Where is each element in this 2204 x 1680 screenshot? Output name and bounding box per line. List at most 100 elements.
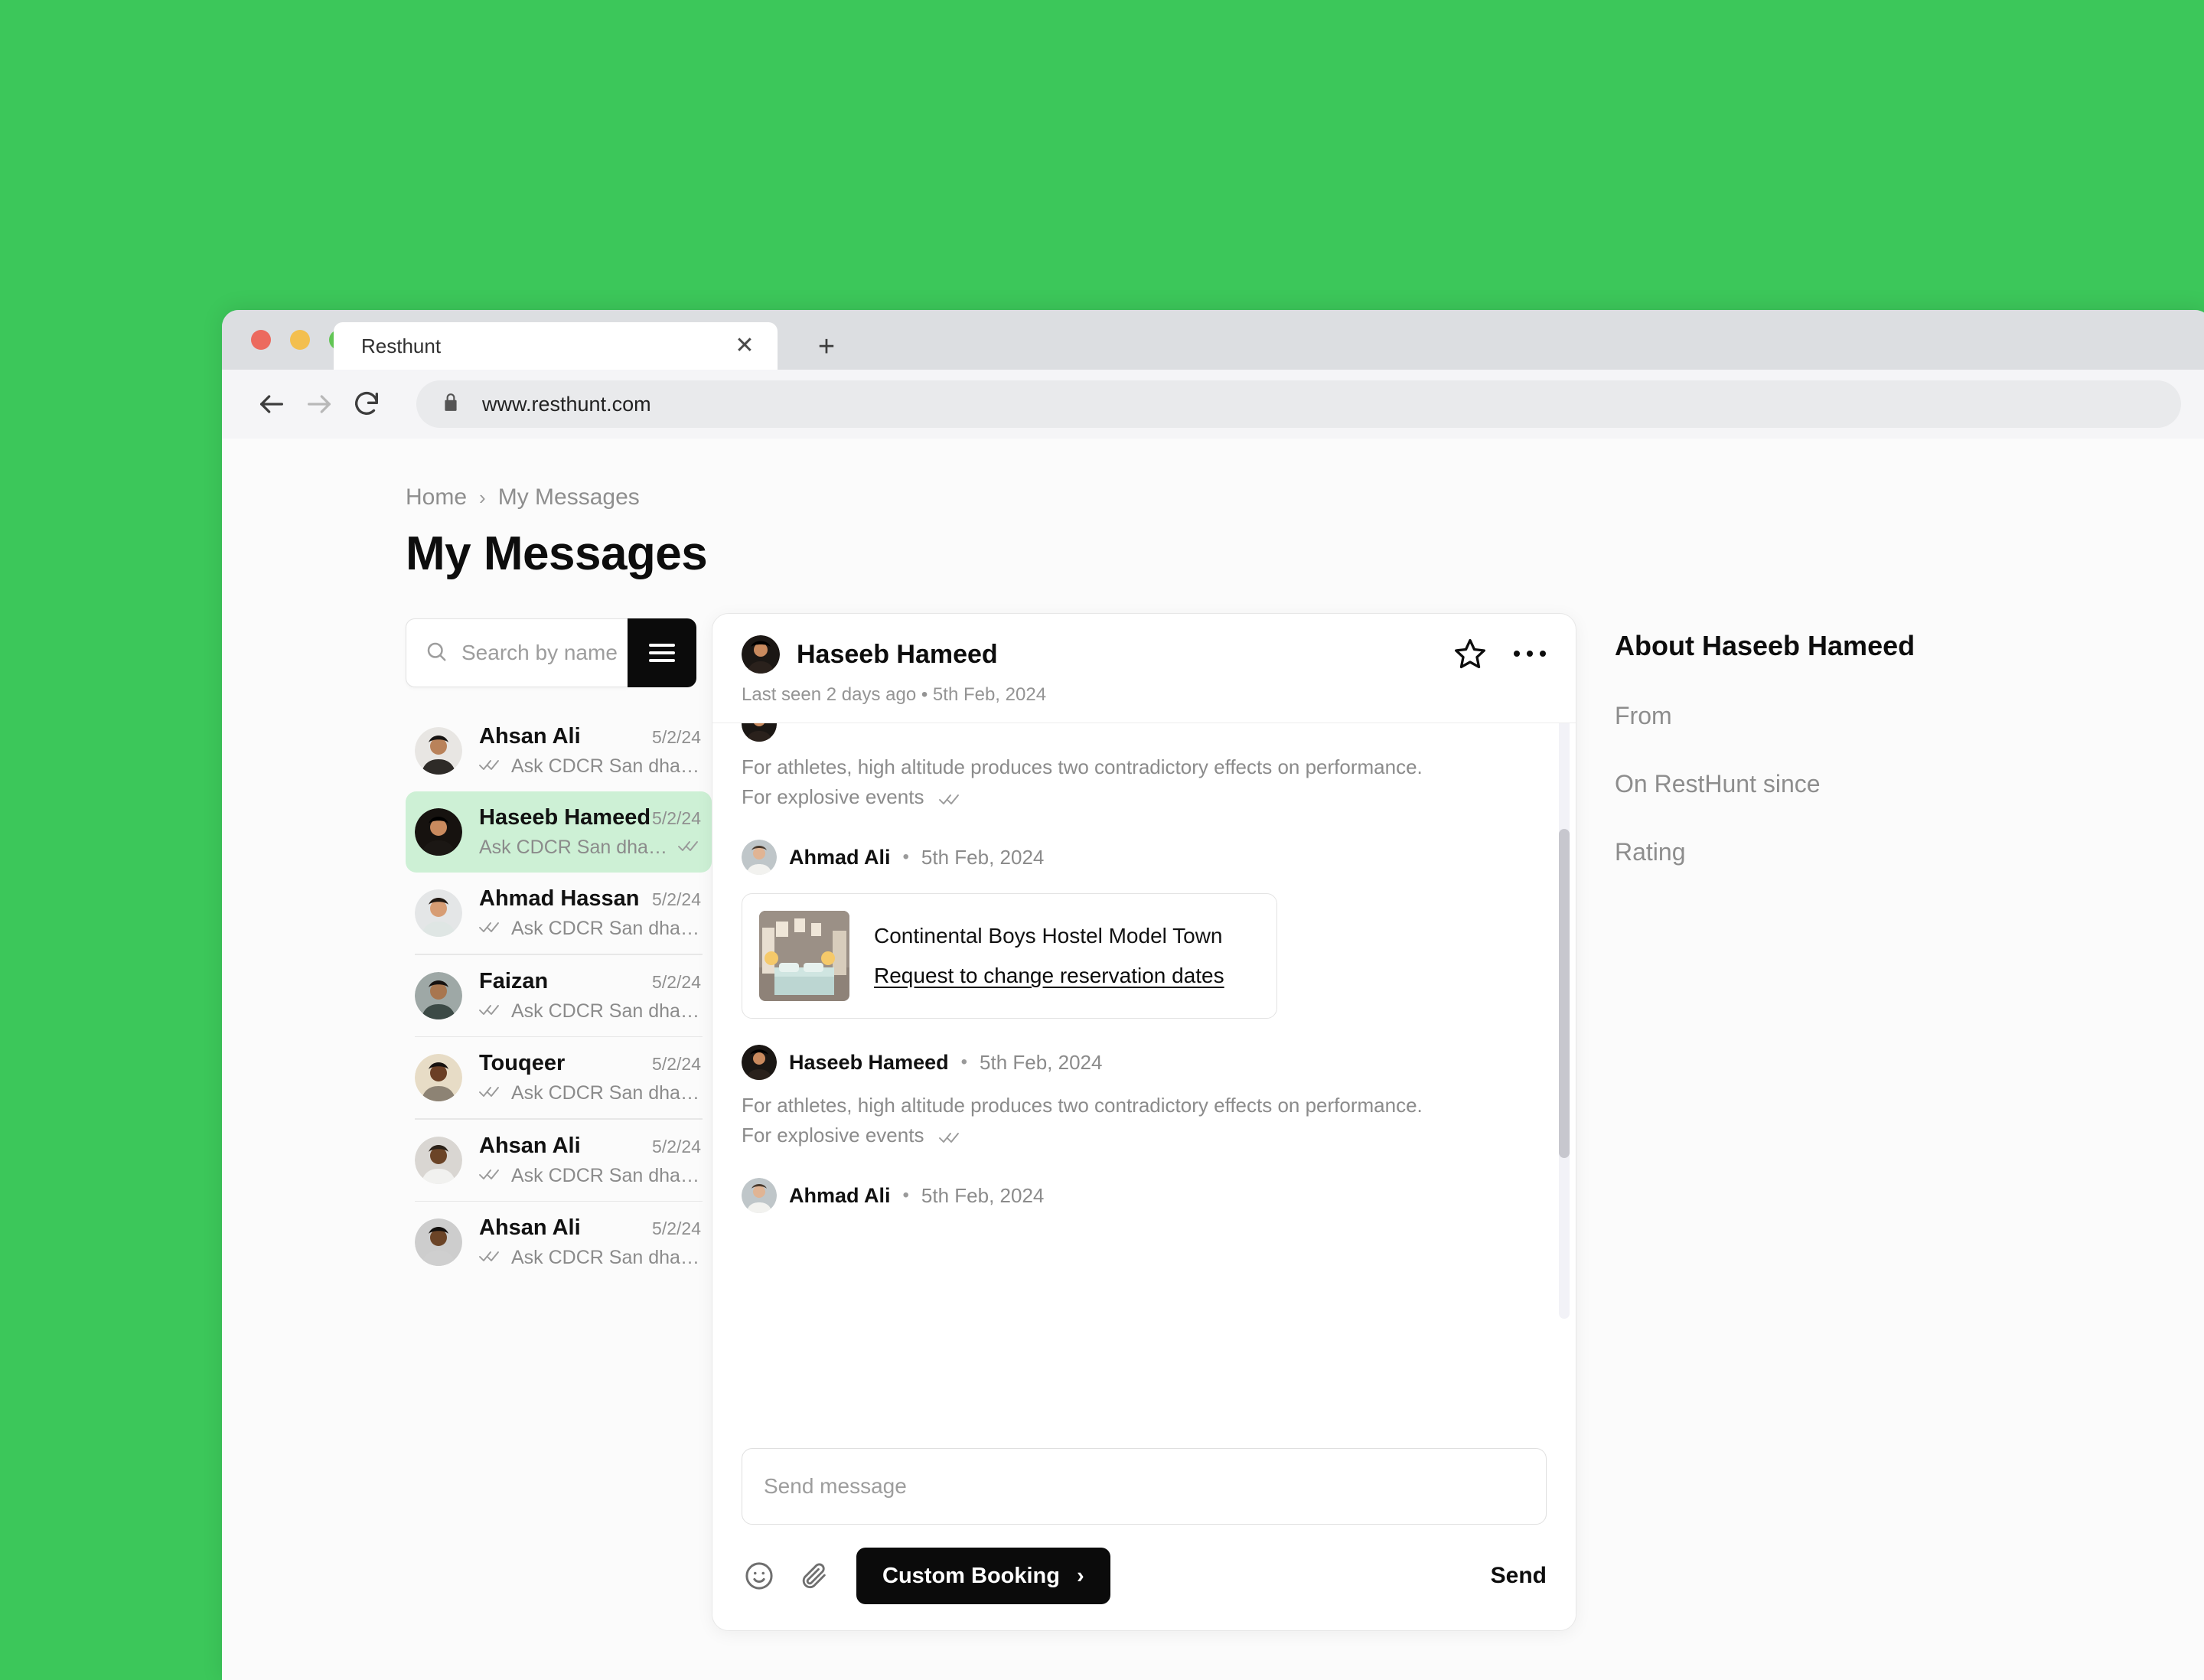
arrow-right-icon[interactable]	[295, 380, 343, 428]
chevron-right-icon: ›	[479, 485, 486, 509]
conversation-item[interactable]: Faizan 5/2/24 Ask CDCR San dha whta dha...	[406, 955, 712, 1036]
conversation-name: Ahsan Ali	[479, 724, 581, 749]
minimize-window-button[interactable]	[290, 330, 310, 350]
conversation-item[interactable]: Ahsan Ali 5/2/24 Ask CDCR San dha whta dha…	[406, 1120, 712, 1201]
custom-booking-button[interactable]: Custom Booking ›	[856, 1548, 1110, 1604]
conversation-date: 5/2/24	[652, 1136, 701, 1156]
arrow-left-icon[interactable]	[248, 380, 295, 428]
conversation-date: 5/2/24	[652, 808, 701, 828]
about-panel: About Haseeb Hameed From On RestHunt sin…	[1615, 630, 2013, 866]
conversation-list[interactable]: Ahsan Ali 5/2/24 Ask CDCR San dha whta dha…	[406, 710, 712, 1567]
composer-actions: Custom Booking › Send	[742, 1548, 1547, 1604]
browser-tab[interactable]: Resthunt ✕	[334, 322, 778, 370]
browser-address-bar: www.resthunt.com	[222, 370, 2204, 439]
close-icon[interactable]: ✕	[733, 334, 756, 357]
conversation-name: Faizan	[479, 968, 549, 993]
conversation-preview: Ask CDCR San dha whta dha...	[511, 1000, 701, 1022]
avatar	[742, 1045, 777, 1080]
message-date: 5th Feb, 2024	[921, 1183, 1045, 1207]
conversation-date: 5/2/24	[652, 889, 701, 909]
paperclip-icon[interactable]	[797, 1558, 832, 1594]
url-bar[interactable]: www.resthunt.com	[416, 380, 2181, 428]
conversation-preview: Ask CDCR San dha whta dha...	[511, 1164, 701, 1186]
conversation-preview: Ask CDCR San dha whta dha...	[511, 755, 701, 777]
avatar	[415, 971, 462, 1019]
chat-header-date: 5th Feb, 2024	[932, 684, 1047, 705]
conversation-item[interactable]: Touqeer 5/2/24 Ask CDCR San dha whta dha..…	[406, 1037, 712, 1118]
hamburger-icon	[649, 639, 675, 667]
last-seen-text: Last seen 2 days ago	[742, 684, 917, 705]
message-body: For athletes, high altitude produces two…	[742, 1094, 1423, 1147]
avatar	[415, 889, 462, 937]
avatar	[415, 1218, 462, 1266]
message-text: For athletes, high altitude produces two…	[742, 752, 1453, 814]
chevron-right-icon: ›	[1077, 1563, 1084, 1588]
conversation-name: Touqeer	[479, 1051, 566, 1075]
close-window-button[interactable]	[251, 330, 271, 350]
avatar	[742, 1178, 777, 1213]
separator-dot: •	[902, 1185, 909, 1205]
message-date: 5th Feb, 2024	[980, 1050, 1103, 1074]
chat-header-actions	[1453, 637, 1547, 670]
custom-booking-label: Custom Booking	[882, 1563, 1060, 1588]
chat-header-name: Haseeb Hameed	[797, 639, 998, 669]
page-title: My Messages	[406, 527, 708, 580]
message-author-row: Ahmad Ali • 5th Feb, 2024	[742, 1178, 1547, 1213]
conversation-preview: Ask CDCR San dha whta dha...	[511, 1082, 701, 1104]
read-receipt-icon	[479, 1003, 502, 1019]
search-input[interactable]	[461, 641, 628, 665]
url-text: www.resthunt.com	[482, 392, 651, 416]
conversation-name: Haseeb Hameed	[479, 805, 651, 830]
reload-icon[interactable]	[343, 380, 390, 428]
message-input-wrap[interactable]	[742, 1448, 1547, 1525]
avatar	[415, 1136, 462, 1184]
send-button[interactable]: Send	[1491, 1563, 1547, 1589]
star-icon[interactable]	[1453, 637, 1487, 670]
message-date: 5th Feb, 2024	[921, 845, 1045, 869]
conversation-date: 5/2/24	[652, 727, 701, 747]
conversation-item[interactable]: Ahsan Ali 5/2/24 Ask CDCR San dha whta dha…	[406, 710, 712, 791]
read-receipt-icon	[933, 787, 961, 810]
chat-header: Haseeb Hameed Last seen 2 days ago • 5th…	[712, 614, 1576, 723]
booking-thumbnail	[759, 911, 849, 1001]
avatar	[742, 723, 777, 742]
read-receipt-icon	[933, 1125, 961, 1148]
scrollbar-thumb[interactable]	[1559, 829, 1570, 1158]
browser-window: Resthunt ✕ + www.resthunt.com Home › My …	[222, 310, 2204, 1680]
message-author-row: Ahmad Ali • 5th Feb, 2024	[742, 840, 1547, 875]
search-box[interactable]	[406, 618, 628, 687]
read-receipt-icon	[678, 840, 701, 856]
chat-panel: Haseeb Hameed Last seen 2 days ago • 5th…	[712, 613, 1576, 1631]
read-receipt-icon	[479, 1250, 502, 1266]
change-reservation-link[interactable]: Request to change reservation dates	[874, 964, 1224, 988]
breadcrumb-current[interactable]: My Messages	[498, 484, 640, 511]
chat-messages[interactable]: For athletes, high altitude produces two…	[712, 723, 1576, 1328]
filter-button[interactable]	[628, 618, 696, 687]
read-receipt-icon	[479, 1085, 502, 1101]
avatar	[415, 808, 462, 856]
breadcrumb: Home › My Messages	[406, 484, 640, 511]
conversations-column: Ahsan Ali 5/2/24 Ask CDCR San dha whta dha…	[406, 618, 712, 1680]
more-horizontal-icon[interactable]	[1513, 648, 1547, 659]
message-input[interactable]	[764, 1474, 1524, 1499]
chat-scrollbar[interactable]	[1559, 723, 1570, 1319]
conversation-date: 5/2/24	[652, 971, 701, 992]
smiley-icon[interactable]	[742, 1558, 777, 1594]
breadcrumb-home[interactable]: Home	[406, 484, 467, 511]
avatar	[742, 635, 780, 674]
booking-card[interactable]: Continental Boys Hostel Model Town Reque…	[742, 893, 1277, 1019]
avatar	[742, 840, 777, 875]
conversation-item[interactable]: Haseeb Hameed5/2/24 Ask CDCR San dha whta…	[406, 791, 712, 873]
separator-dot: •	[960, 1052, 968, 1072]
conversation-item[interactable]: Ahsan Ali 5/2/24 Ask CDCR San dha whta dha…	[406, 1202, 712, 1283]
about-row-since: On RestHunt since	[1615, 770, 1821, 798]
conversation-item[interactable]: Ahmad Hassan 5/2/24 Ask CDCR San dha whta …	[406, 873, 712, 954]
avatar	[415, 727, 462, 775]
conversation-preview: Ask CDCR San dha whta dha...	[511, 1247, 701, 1268]
read-receipt-icon	[479, 1168, 502, 1184]
plus-icon[interactable]: +	[811, 331, 842, 362]
conversation-date: 5/2/24	[652, 1054, 701, 1074]
conversation-name: Ahsan Ali	[479, 1215, 581, 1240]
conversation-preview: Ask CDCR San dha whta dha...	[511, 918, 701, 939]
about-row-from: From	[1615, 702, 1672, 729]
